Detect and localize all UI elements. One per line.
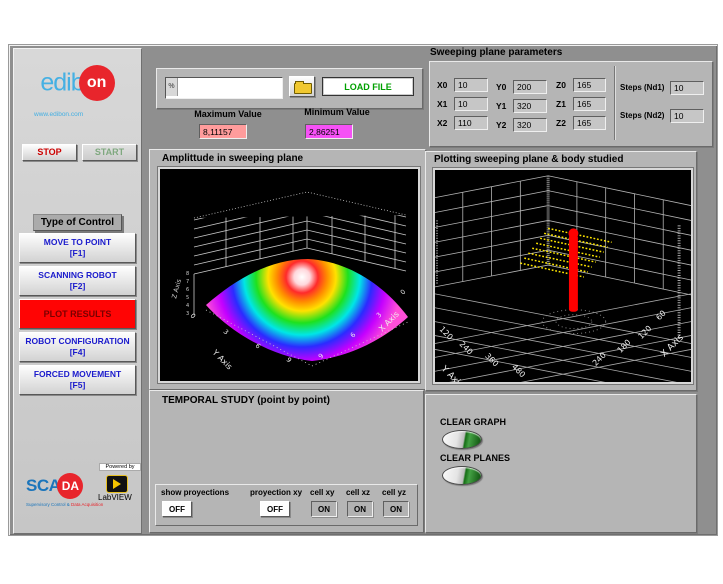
plane-plot-title: Plotting sweeping plane & body studied xyxy=(434,154,623,165)
start-button[interactable]: START xyxy=(82,144,137,161)
file-path-input[interactable]: % xyxy=(165,77,283,99)
param-input-y2[interactable]: 320 xyxy=(513,118,547,132)
param-input-x1[interactable]: 10 xyxy=(454,97,488,111)
show-proyections-label: show proyections xyxy=(161,488,229,497)
param-input-z0[interactable]: 165 xyxy=(573,78,606,92)
proyection-xy-label: proyection xy xyxy=(250,488,302,497)
labview-icon xyxy=(106,475,128,493)
type-of-control-label: Type of Control xyxy=(14,212,141,231)
body-studied-bar xyxy=(568,228,578,311)
cell-yz-label: cell yz xyxy=(382,488,406,497)
forced-movement-button[interactable]: FORCED MOVEMENT [F5] xyxy=(19,365,136,395)
svg-text:7: 7 xyxy=(186,279,189,285)
load-file-button[interactable]: LOAD FILE xyxy=(322,77,414,96)
temporal-study-panel: TEMPORAL STUDY (point by point) show pro… xyxy=(149,390,424,533)
plot-results-button[interactable]: PLOT RESULTS xyxy=(19,299,136,329)
clear-planes-label: CLEAR PLANES xyxy=(440,453,510,463)
param-input-x0[interactable]: 10 xyxy=(454,78,488,92)
param-label-x0: X0 xyxy=(437,80,447,90)
robot-configuration-button[interactable]: ROBOT CONFIGURATION [F4] xyxy=(19,332,136,362)
params-divider xyxy=(614,66,615,140)
clear-graph-button[interactable] xyxy=(442,430,482,449)
amplitude-plot-frame: 8 7 6 5 4 3 Z Axis 0 3 6 9 Y Axis 0 3 xyxy=(158,167,420,383)
svg-text:4: 4 xyxy=(186,303,189,309)
param-input-y1[interactable]: 320 xyxy=(513,99,547,113)
svg-text:6: 6 xyxy=(186,287,189,293)
svg-text:5: 5 xyxy=(186,295,189,301)
cell-xy-label: cell xy xyxy=(310,488,334,497)
param-label-y1: Y1 xyxy=(496,101,506,111)
param-label-x2: X2 xyxy=(437,118,447,128)
powered-by-label: Powered by xyxy=(99,463,141,471)
labview-label: LabVIEW xyxy=(98,493,132,502)
amplitude-plot-title: Amplittude in sweeping plane xyxy=(162,153,303,164)
param-label-z0: Z0 xyxy=(556,80,566,90)
scada-logo: SCADA xyxy=(26,473,83,501)
temporal-study-title: TEMPORAL STUDY (point by point) xyxy=(162,395,330,406)
cell-xy-toggle[interactable]: ON xyxy=(311,501,337,517)
amplitude-plot-panel: Amplittude in sweeping plane xyxy=(149,149,426,390)
move-to-point-button[interactable]: MOVE TO POINT [F1] xyxy=(19,233,136,263)
param-input-x2[interactable]: 110 xyxy=(454,116,488,130)
edibon-logo: edibon xyxy=(14,65,141,101)
sweeping-params-title: Sweeping plane parameters xyxy=(430,47,562,58)
show-proyections-toggle[interactable]: OFF xyxy=(162,501,192,517)
svg-text:8: 8 xyxy=(186,271,189,277)
steps-nd2-input[interactable]: 10 xyxy=(670,109,704,123)
folder-icon xyxy=(294,83,312,94)
clear-planes-button[interactable] xyxy=(442,466,482,485)
cell-yz-toggle[interactable]: ON xyxy=(383,501,409,517)
param-label-y2: Y2 xyxy=(496,120,506,130)
main-window: edibon www.edibon.com STOP START Type of… xyxy=(8,44,718,536)
browse-folder-button[interactable] xyxy=(289,76,315,97)
file-loader-panel: % LOAD FILE xyxy=(156,68,423,109)
cell-xz-toggle[interactable]: ON xyxy=(347,501,373,517)
plane-plot-panel: Plotting sweeping plane & body studied xyxy=(425,151,697,391)
minimum-value-label: Minimum Value xyxy=(292,107,382,117)
proyection-xy-toggle[interactable]: OFF xyxy=(260,501,290,517)
param-label-z1: Z1 xyxy=(556,99,566,109)
scada-logo-text: SCA xyxy=(26,476,60,495)
param-input-z1[interactable]: 165 xyxy=(573,97,606,111)
stop-button[interactable]: STOP xyxy=(22,144,77,161)
plane-plot-frame: 120 240 360 480 Y Axis 60 120 180 240 X … xyxy=(433,168,693,384)
cell-xz-label: cell xz xyxy=(346,488,370,497)
param-label-z2: Z2 xyxy=(556,118,566,128)
edibon-logo-text: edib xyxy=(40,69,83,97)
scada-logo-circle: DA xyxy=(57,473,83,499)
edibon-logo-circle: on xyxy=(79,65,115,101)
steps-nd2-label: Steps (Nd2) xyxy=(620,111,664,120)
param-input-y0[interactable]: 200 xyxy=(513,80,547,94)
clear-graph-label: CLEAR GRAPH xyxy=(440,417,506,427)
param-input-z2[interactable]: 165 xyxy=(573,116,606,130)
amplitude-plot-canvas[interactable]: 8 7 6 5 4 3 Z Axis 0 3 6 9 Y Axis 0 3 xyxy=(160,169,418,381)
steps-nd1-label: Steps (Nd1) xyxy=(620,83,664,92)
plane-plot-canvas[interactable]: 120 240 360 480 Y Axis 60 120 180 240 X … xyxy=(435,170,691,382)
param-label-x1: X1 xyxy=(437,99,447,109)
sweeping-params-panel: X0 10 X1 10 X2 110 Y0 200 Y1 320 Y2 320 … xyxy=(429,61,713,147)
path-type-glyph: % xyxy=(166,78,178,96)
maximum-value-indicator: 8,11157 xyxy=(199,124,247,139)
steps-nd1-input[interactable]: 10 xyxy=(670,81,704,95)
scanning-robot-button[interactable]: SCANNING ROBOT [F2] xyxy=(19,266,136,296)
toggle-strip: show proyections OFF proyection xy OFF c… xyxy=(155,484,418,526)
scada-tagline: Supervisory Control & Data Acquisition xyxy=(26,502,103,507)
maximum-value-label: Maximum Value xyxy=(183,109,273,119)
sidebar: edibon www.edibon.com STOP START Type of… xyxy=(13,48,142,534)
clear-buttons-panel: CLEAR GRAPH CLEAR PLANES xyxy=(425,394,697,533)
minimum-value-indicator: 2,86251 xyxy=(305,124,353,139)
param-label-y0: Y0 xyxy=(496,82,506,92)
edibon-url: www.edibon.com xyxy=(34,111,83,118)
